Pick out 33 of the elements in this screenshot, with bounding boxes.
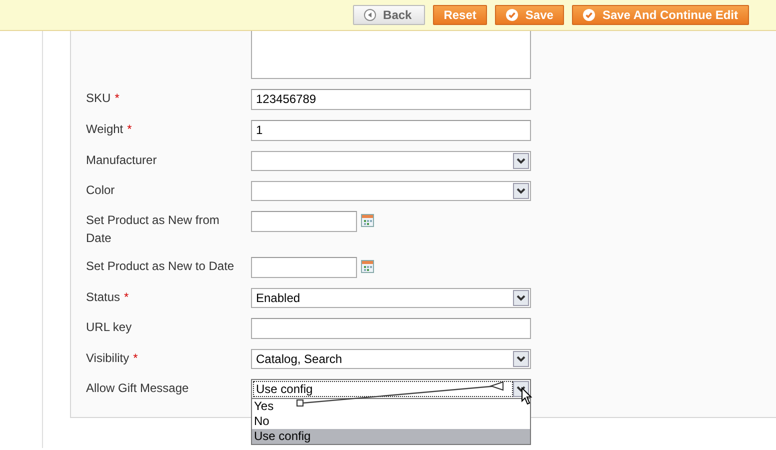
calendar-icon[interactable]	[361, 260, 374, 273]
field-label: Allow Gift Message	[86, 381, 189, 395]
select-field[interactable]: Catalog, Search	[251, 349, 531, 369]
dropdown-option[interactable]: Use config	[252, 429, 530, 444]
field-label: Set Product as New to Date	[86, 259, 234, 273]
field-label: Weight	[86, 122, 124, 136]
select-field[interactable]: Use config	[251, 379, 531, 399]
check-icon	[583, 9, 596, 21]
dropdown-option[interactable]: No	[252, 414, 530, 429]
field-label: Visibility	[86, 351, 130, 365]
back-button[interactable]: Back	[353, 5, 425, 25]
required-mark: *	[124, 290, 129, 304]
date-field[interactable]	[251, 257, 357, 278]
field-label: Set Product as New from Date	[86, 213, 220, 245]
required-mark: *	[114, 91, 120, 105]
field-label: Manufacturer	[86, 153, 157, 167]
check-icon	[506, 9, 518, 21]
required-mark: *	[127, 122, 132, 136]
input-field[interactable]	[251, 318, 531, 339]
required-mark: *	[133, 351, 138, 365]
select-field[interactable]: Enabled	[251, 288, 531, 308]
select-field[interactable]	[251, 151, 531, 171]
input-field[interactable]: 1	[251, 120, 531, 141]
select-field[interactable]	[251, 181, 531, 201]
text-area[interactable]	[251, 29, 531, 79]
field-label: Status	[86, 290, 120, 304]
field-label: SKU	[86, 91, 111, 105]
dropdown-option[interactable]: Yes	[252, 399, 530, 414]
field-label: Color	[86, 183, 115, 197]
date-field[interactable]	[251, 211, 357, 232]
field-label: URL key	[86, 320, 132, 334]
input-field[interactable]: 123456789	[251, 89, 531, 110]
calendar-icon[interactable]	[361, 214, 374, 227]
